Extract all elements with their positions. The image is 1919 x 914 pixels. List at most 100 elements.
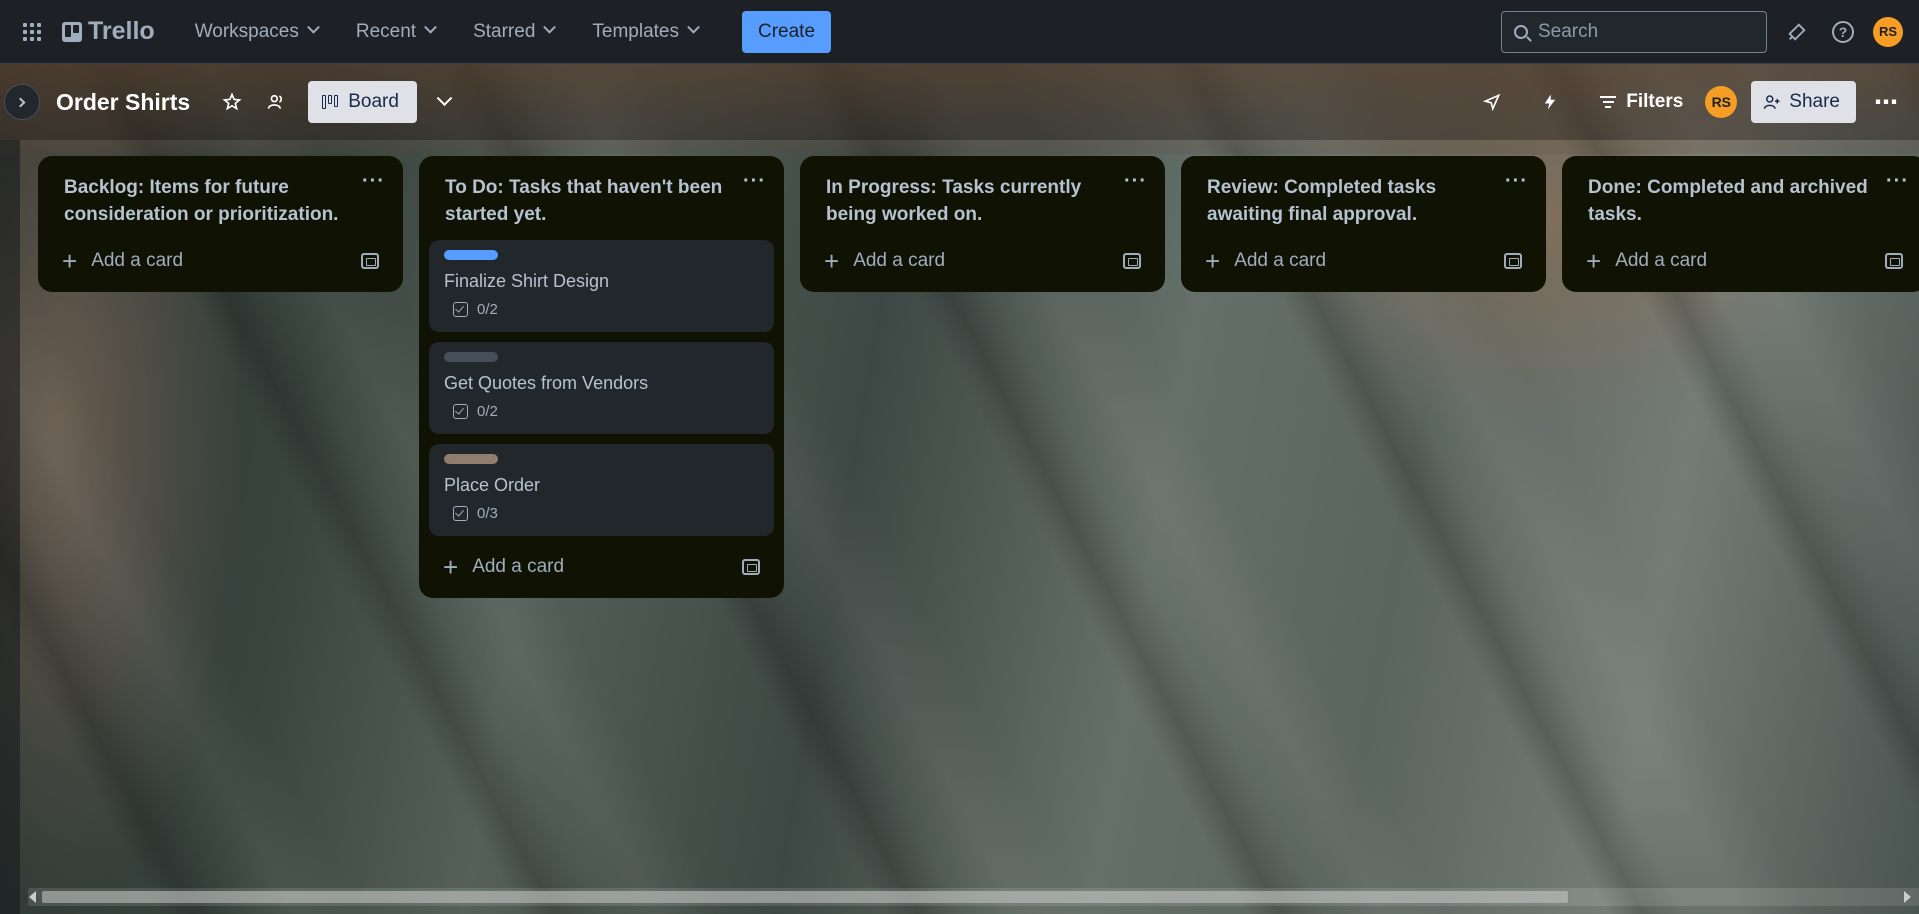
card-place-order[interactable]: Place Order 0/3 bbox=[429, 444, 774, 536]
list-title[interactable]: Review: Completed tasks awaiting final a… bbox=[1207, 174, 1497, 228]
list-title[interactable]: Done: Completed and archived tasks. bbox=[1588, 174, 1878, 228]
scroll-left-arrow-icon[interactable] bbox=[29, 891, 36, 903]
card-title: Get Quotes from Vendors bbox=[444, 373, 649, 393]
card-title: Finalize Shirt Design bbox=[444, 271, 610, 291]
add-card-button[interactable]: + Add a card bbox=[1586, 246, 1708, 276]
plus-icon: + bbox=[1586, 246, 1602, 276]
nav-recent-label: Recent bbox=[355, 20, 417, 42]
checklist-badge: 0/2 bbox=[444, 403, 759, 420]
list-backlog: Backlog: Items for future consideration … bbox=[38, 156, 403, 292]
search-input[interactable]: Search bbox=[1501, 10, 1767, 53]
card-title: Place Order bbox=[444, 475, 541, 495]
chevron-down-icon bbox=[543, 20, 557, 34]
views-dropdown-button[interactable] bbox=[425, 82, 465, 122]
plus-icon: + bbox=[443, 552, 459, 582]
checklist-count: 0/3 bbox=[477, 505, 498, 522]
checklist-icon bbox=[453, 506, 468, 521]
horizontal-scrollbar[interactable] bbox=[28, 888, 1919, 906]
notifications-button[interactable] bbox=[1781, 16, 1813, 48]
list-actions-icon[interactable]: ··· bbox=[1886, 171, 1909, 228]
board-title[interactable]: Order Shirts bbox=[56, 89, 190, 116]
board-view-icon bbox=[322, 95, 339, 109]
list-actions-icon[interactable]: ··· bbox=[1124, 171, 1147, 228]
star-board-button[interactable] bbox=[216, 86, 248, 118]
search-placeholder: Search bbox=[1538, 20, 1599, 42]
list-actions-icon[interactable]: ··· bbox=[1505, 171, 1528, 228]
card-template-icon[interactable] bbox=[1123, 253, 1141, 269]
logo-text: Trello bbox=[88, 17, 155, 45]
list-to-do: To Do: Tasks that haven't been started y… bbox=[419, 156, 784, 598]
list-review: Review: Completed tasks awaiting final a… bbox=[1181, 156, 1546, 292]
checklist-icon bbox=[453, 404, 468, 419]
add-card-label: Add a card bbox=[1615, 250, 1708, 271]
app-switcher-icon[interactable] bbox=[20, 20, 44, 44]
help-button[interactable]: ? bbox=[1827, 16, 1859, 48]
plus-icon: + bbox=[824, 246, 840, 276]
scrollbar-thumb[interactable] bbox=[42, 891, 1568, 903]
board-menu-button[interactable]: ⋯ bbox=[1870, 88, 1903, 117]
card-get-quotes-from-vendors[interactable]: Get Quotes from Vendors 0/2 bbox=[429, 342, 774, 434]
scroll-right-arrow-icon[interactable] bbox=[1904, 891, 1911, 903]
checklist-badge: 0/3 bbox=[444, 505, 759, 522]
add-card-label: Add a card bbox=[1234, 250, 1327, 271]
lightning-bolt-icon bbox=[1545, 94, 1556, 110]
sidebar-expand-button[interactable] bbox=[4, 84, 40, 120]
add-card-button[interactable]: + Add a card bbox=[1205, 246, 1327, 276]
add-card-button[interactable]: + Add a card bbox=[443, 552, 564, 582]
star-icon bbox=[222, 92, 242, 111]
checklist-badge: 0/2 bbox=[444, 301, 759, 318]
nav-recent[interactable]: Recent bbox=[344, 13, 447, 51]
add-card-button[interactable]: + Add a card bbox=[824, 246, 945, 276]
add-person-icon bbox=[1764, 95, 1780, 109]
chevron-down-icon bbox=[437, 89, 453, 106]
card-template-icon[interactable] bbox=[361, 253, 379, 269]
card-template-icon[interactable] bbox=[1885, 253, 1903, 269]
filter-icon bbox=[1600, 96, 1617, 108]
card-finalize-shirt-design[interactable]: Finalize Shirt Design 0/2 bbox=[429, 240, 774, 332]
card-template-icon[interactable] bbox=[1504, 253, 1522, 269]
chevron-down-icon bbox=[687, 20, 700, 34]
help-icon: ? bbox=[1832, 20, 1854, 43]
list-actions-icon[interactable]: ··· bbox=[743, 171, 766, 228]
visibility-button[interactable] bbox=[260, 86, 292, 118]
nav-templates-label: Templates bbox=[592, 20, 679, 42]
power-ups-button[interactable] bbox=[1476, 86, 1508, 118]
chevron-down-icon bbox=[424, 20, 437, 34]
plus-icon: + bbox=[1205, 246, 1221, 276]
filters-label: Filters bbox=[1626, 91, 1684, 112]
chevron-right-icon bbox=[15, 97, 26, 107]
board-view-button[interactable]: Board bbox=[308, 81, 417, 123]
megaphone-icon bbox=[1788, 22, 1806, 41]
chevron-down-icon bbox=[307, 20, 320, 34]
add-card-button[interactable]: + Add a card bbox=[62, 248, 183, 274]
card-template-icon[interactable] bbox=[742, 559, 760, 575]
create-button[interactable]: Create bbox=[742, 10, 832, 53]
nav-workspaces-label: Workspaces bbox=[194, 20, 299, 42]
trello-logo-icon bbox=[62, 21, 82, 42]
rocket-icon bbox=[1483, 93, 1501, 112]
top-navigation: Trello Workspaces Recent Starred Templat… bbox=[0, 0, 1919, 64]
card-label[interactable] bbox=[444, 352, 498, 362]
card-label[interactable] bbox=[444, 454, 498, 464]
list-title[interactable]: In Progress: Tasks currently being worke… bbox=[826, 174, 1116, 228]
workspace-visible-icon bbox=[267, 94, 283, 109]
list-in-progress: In Progress: Tasks currently being worke… bbox=[800, 156, 1165, 292]
nav-workspaces[interactable]: Workspaces bbox=[183, 13, 330, 51]
list-actions-icon[interactable]: ··· bbox=[362, 171, 385, 228]
share-button[interactable]: Share bbox=[1751, 81, 1856, 123]
checklist-count: 0/2 bbox=[477, 301, 498, 318]
nav-starred[interactable]: Starred bbox=[461, 13, 566, 51]
trello-logo[interactable]: Trello bbox=[62, 17, 155, 46]
card-label[interactable] bbox=[444, 250, 498, 260]
automation-button[interactable] bbox=[1534, 86, 1566, 118]
board-member-avatar[interactable]: RS bbox=[1705, 86, 1738, 118]
list-title[interactable]: Backlog: Items for future consideration … bbox=[64, 174, 354, 228]
list-done: Done: Completed and archived tasks. ··· … bbox=[1562, 156, 1919, 292]
filters-button[interactable]: Filters bbox=[1592, 91, 1691, 113]
nav-templates[interactable]: Templates bbox=[580, 13, 710, 51]
list-title[interactable]: To Do: Tasks that haven't been started y… bbox=[445, 174, 735, 228]
account-avatar[interactable]: RS bbox=[1873, 16, 1903, 47]
nav-starred-label: Starred bbox=[473, 20, 536, 42]
board-view-label: Board bbox=[348, 91, 399, 112]
search-icon bbox=[1514, 24, 1528, 39]
